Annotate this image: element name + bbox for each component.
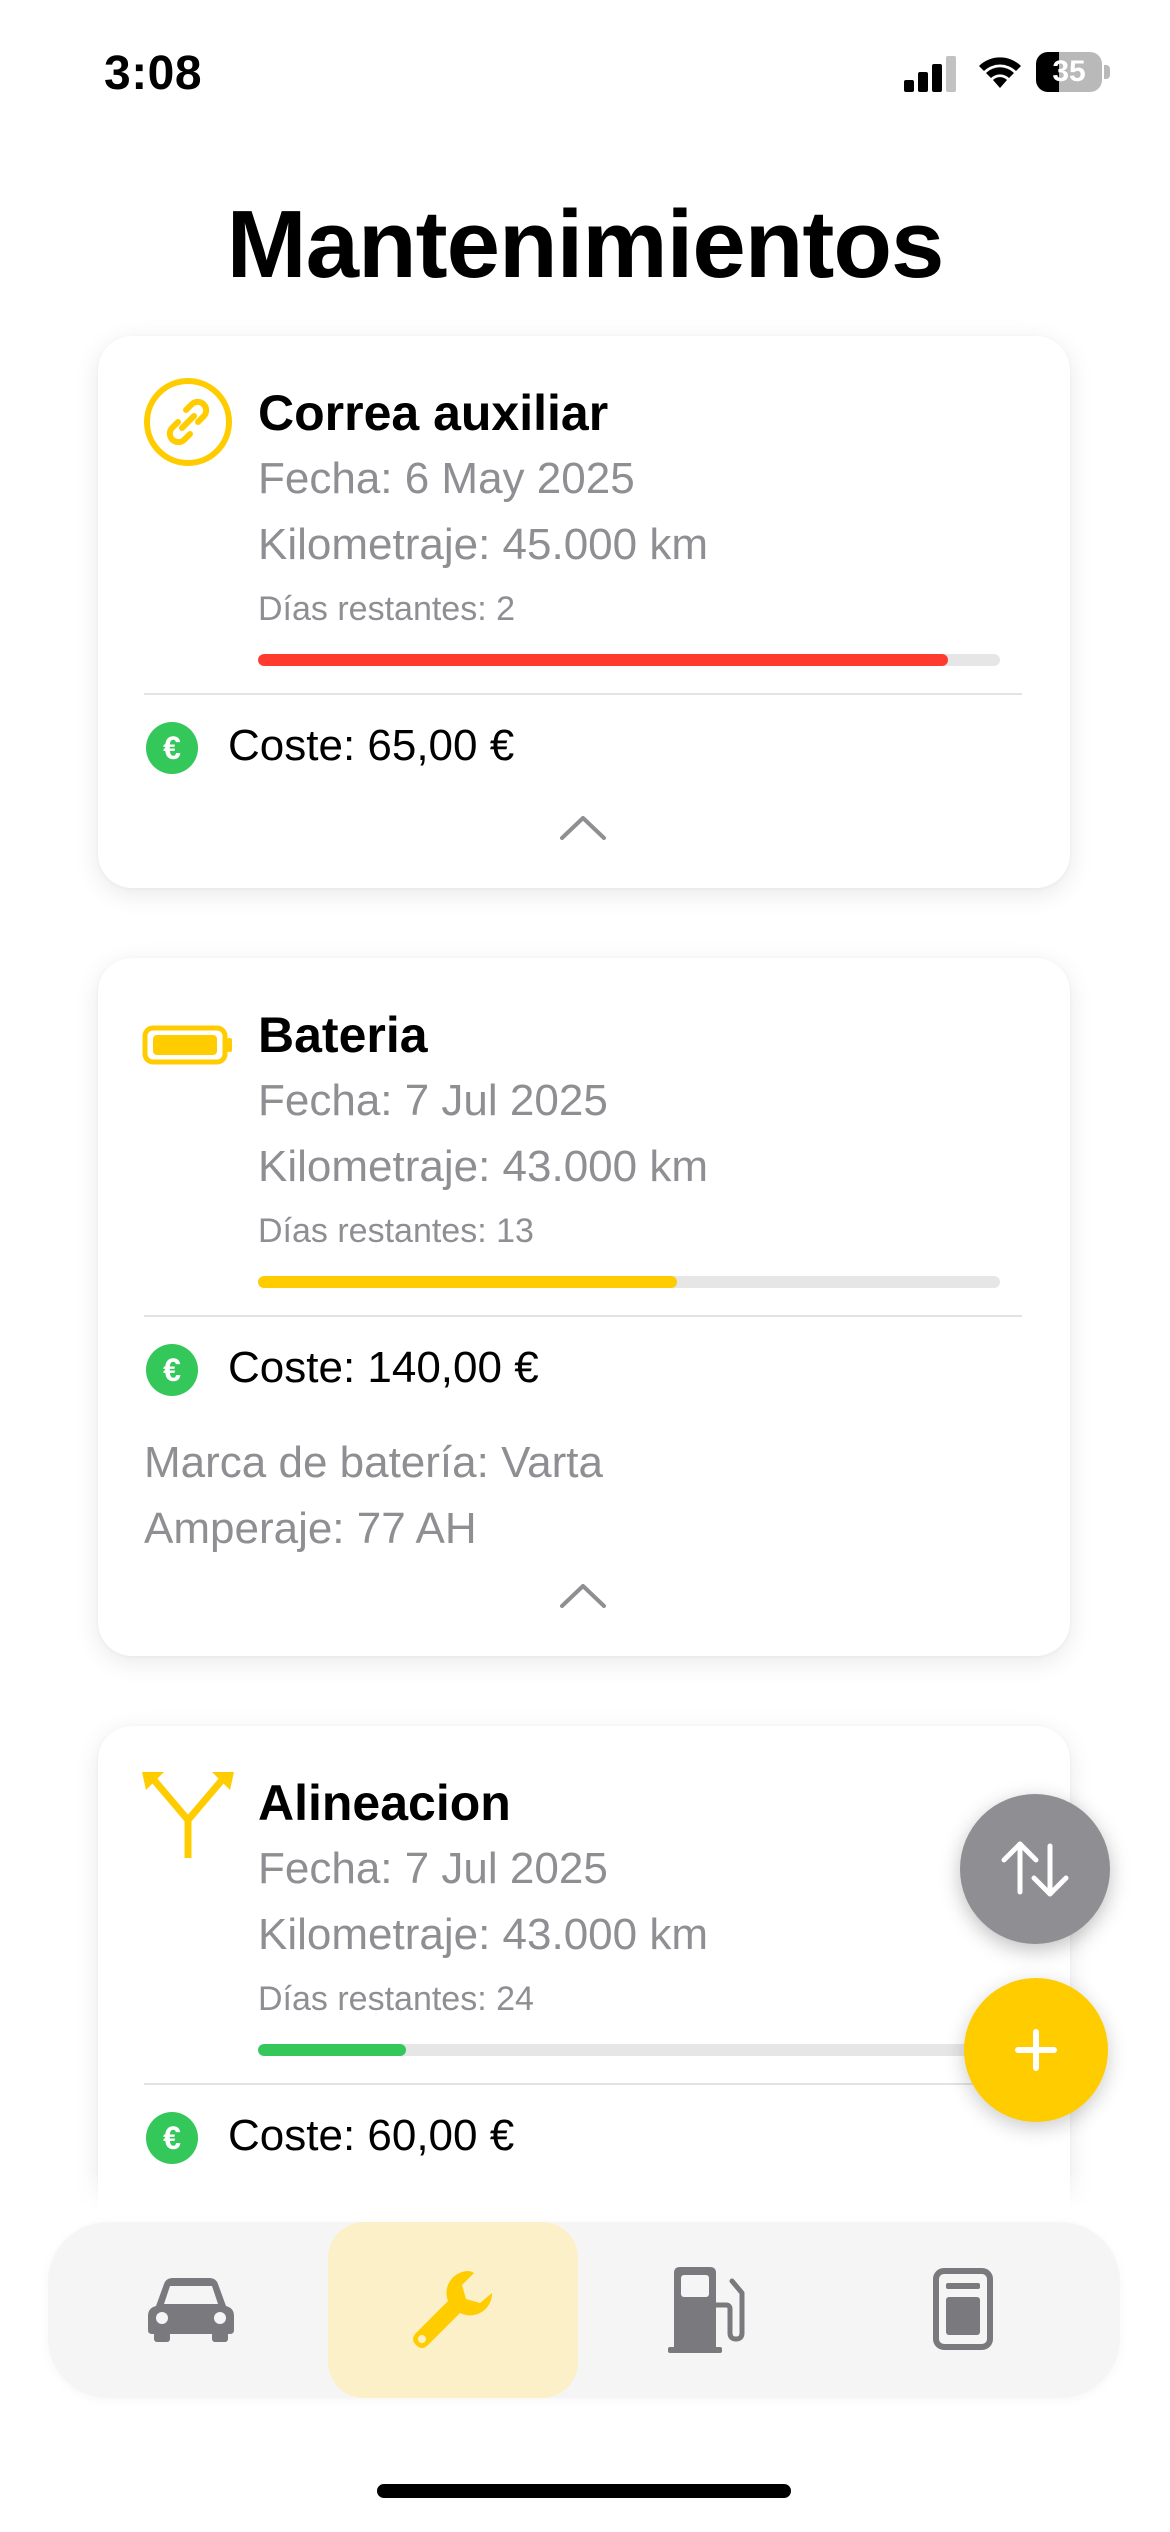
divider <box>144 1315 1022 1317</box>
link-icon <box>144 378 232 466</box>
maintenance-card[interactable]: Bateria Fecha: 7 Jul 2025 Kilometraje: 4… <box>98 958 1070 1656</box>
battery-level: 35 <box>1052 55 1086 88</box>
card-mileage: Kilometraje: 43.000 km <box>258 1142 708 1191</box>
card-date: Fecha: 7 Jul 2025 <box>258 1844 608 1893</box>
tab-maintenance[interactable] <box>328 2222 578 2398</box>
progress-bar <box>258 1276 1000 1288</box>
card-mileage: Kilometraje: 45.000 km <box>258 520 708 569</box>
card-days-left: Días restantes: 2 <box>258 590 516 628</box>
document-icon <box>933 2268 993 2350</box>
progress-fill <box>258 1276 678 1288</box>
maintenance-card[interactable]: Correa auxiliar Fecha: 6 May 2025 Kilome… <box>98 336 1070 888</box>
plus-icon <box>1015 2029 1057 2071</box>
tab-documents[interactable] <box>838 2222 1088 2398</box>
status-bar: 3:08 35 <box>0 0 1170 150</box>
chevron-up-icon[interactable] <box>558 812 608 842</box>
status-time: 3:08 <box>104 47 203 100</box>
car-icon <box>148 2278 234 2342</box>
card-days-left: Días restantes: 13 <box>258 1212 534 1250</box>
fuel-pump-icon <box>668 2267 745 2353</box>
card-title: Alineacion <box>258 1775 511 1831</box>
card-date: Fecha: 6 May 2025 <box>258 454 635 503</box>
card-cost: Coste: 65,00 € <box>228 721 515 770</box>
progress-bar <box>258 2044 1000 2056</box>
euro-icon: € <box>146 1344 198 1396</box>
card-cost: Coste: 60,00 € <box>228 2111 515 2160</box>
tab-bar <box>48 2222 1120 2398</box>
card-title: Bateria <box>258 1007 428 1063</box>
card-cost: Coste: 140,00 € <box>228 1343 539 1392</box>
wifi-icon <box>979 57 1021 88</box>
progress-fill <box>258 654 949 666</box>
tab-fuel[interactable] <box>584 2222 834 2398</box>
euro-icon: € <box>146 2112 198 2164</box>
card-title: Correa auxiliar <box>258 385 609 441</box>
battery-icon <box>142 1025 232 1065</box>
wrench-icon <box>413 2271 493 2348</box>
sort-arrows-icon <box>1001 1841 1069 1897</box>
sort-button[interactable] <box>960 1794 1110 1944</box>
page-title: Mantenimientos <box>226 191 945 298</box>
battery-icon: 35 <box>1036 52 1110 92</box>
progress-fill <box>258 2044 407 2056</box>
divider <box>144 693 1022 695</box>
card-date: Fecha: 7 Jul 2025 <box>258 1076 608 1125</box>
euro-icon: € <box>146 722 198 774</box>
divider <box>144 2083 1022 2085</box>
home-indicator <box>377 2484 791 2498</box>
add-button[interactable] <box>964 1978 1108 2122</box>
tab-vehicles[interactable] <box>76 2222 326 2398</box>
battery-amperage: Amperaje: 77 AH <box>144 1504 477 1553</box>
card-days-left: Días restantes: 24 <box>258 1980 534 2018</box>
chevron-up-icon[interactable] <box>558 1580 608 1610</box>
card-mileage: Kilometraje: 43.000 km <box>258 1910 708 1959</box>
alignment-icon <box>142 1772 234 1858</box>
signal-icon <box>904 56 956 92</box>
progress-bar <box>258 654 1000 666</box>
battery-brand: Marca de batería: Varta <box>144 1438 603 1487</box>
